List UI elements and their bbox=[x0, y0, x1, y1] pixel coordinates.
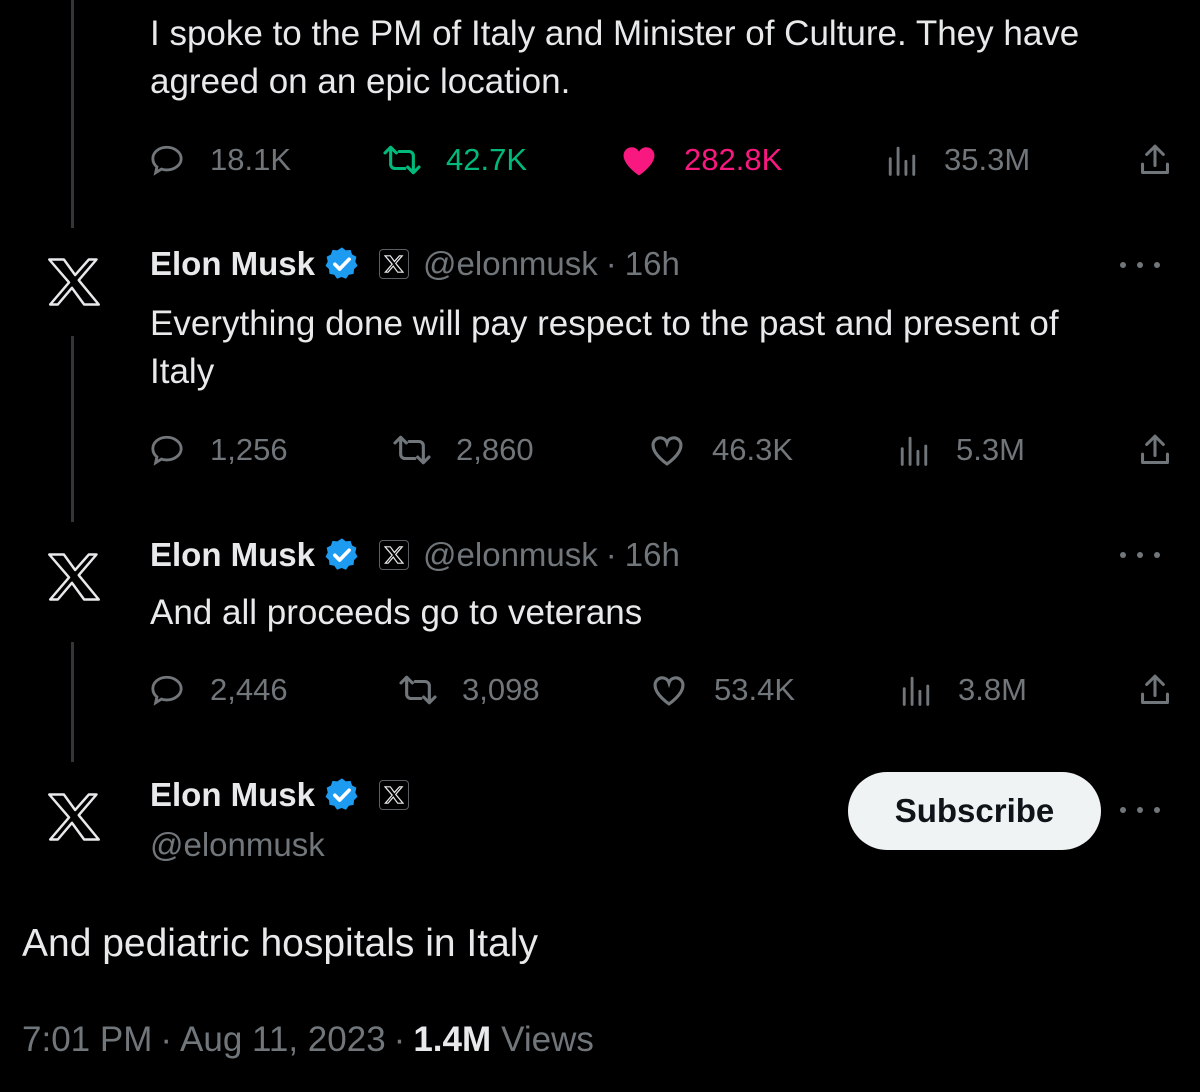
retweet-count: 42.7K bbox=[446, 142, 528, 177]
tweet-actions: 1,256 2,860 46.3K 5.3M bbox=[150, 428, 1175, 472]
author-handle-row: @elonmusk bbox=[150, 822, 325, 868]
verified-badge-icon bbox=[325, 247, 358, 279]
heart-outline-icon bbox=[653, 676, 685, 706]
retweet-count: 3,098 bbox=[462, 672, 540, 707]
author-name[interactable]: Elon Musk bbox=[150, 245, 315, 283]
retweet-icon bbox=[383, 145, 421, 175]
thread-connector bbox=[71, 336, 74, 522]
reply-button[interactable]: 18.1K bbox=[150, 138, 291, 182]
affiliate-badge bbox=[379, 540, 410, 570]
like-count: 46.3K bbox=[712, 432, 794, 467]
retweet-button[interactable]: 2,860 bbox=[392, 428, 534, 472]
share-button[interactable] bbox=[1138, 138, 1172, 182]
views-count: 35.3M bbox=[944, 142, 1031, 177]
thread-connector bbox=[71, 0, 74, 228]
like-button[interactable]: 53.4K bbox=[650, 668, 795, 712]
tweet-time[interactable]: 16h bbox=[625, 536, 680, 574]
tweet-text-line: Italy bbox=[150, 352, 215, 391]
retweet-button[interactable]: 3,098 bbox=[398, 668, 540, 712]
more-options-icon[interactable] bbox=[1120, 255, 1160, 275]
reply-count: 2,446 bbox=[210, 672, 288, 707]
avatar[interactable] bbox=[42, 545, 106, 609]
author-handle[interactable]: @elonmusk bbox=[423, 536, 598, 574]
reply-icon bbox=[151, 675, 183, 706]
verified-badge-icon bbox=[325, 538, 358, 570]
views-count: 3.8M bbox=[958, 672, 1027, 707]
retweet-icon bbox=[399, 675, 437, 705]
affiliate-badge bbox=[379, 780, 410, 810]
views-button[interactable]: 3.8M bbox=[900, 668, 1027, 712]
share-button[interactable] bbox=[1138, 668, 1172, 712]
views-icon bbox=[888, 146, 916, 176]
share-button[interactable] bbox=[1138, 428, 1172, 472]
tweet-text-line: I spoke to the PM of Italy and Minister … bbox=[150, 14, 1080, 53]
reply-count: 1,256 bbox=[210, 432, 288, 467]
tweet-header: Elon Musk @elonmusk · 16h bbox=[150, 241, 680, 287]
avatar[interactable] bbox=[42, 250, 106, 314]
share-icon bbox=[1141, 434, 1169, 464]
tweet-text: And all proceeds go to veterans bbox=[150, 593, 643, 632]
avatar[interactable] bbox=[42, 785, 106, 849]
x-logo-icon bbox=[384, 786, 405, 804]
x-logo-icon bbox=[384, 546, 405, 564]
reply-icon bbox=[151, 435, 183, 466]
author-name[interactable]: Elon Musk bbox=[150, 776, 315, 814]
more-options-icon[interactable] bbox=[1120, 545, 1160, 565]
separator: · bbox=[605, 245, 617, 282]
views-count: 1.4M bbox=[413, 1020, 492, 1059]
tweet-actions: 2,446 3,098 53.4K 3.8M bbox=[150, 668, 1175, 712]
like-count: 282.8K bbox=[684, 142, 783, 177]
separator: · bbox=[160, 1020, 173, 1059]
x-logo-icon bbox=[48, 553, 100, 601]
subscribe-button[interactable]: Subscribe bbox=[848, 772, 1101, 850]
views-icon bbox=[900, 436, 928, 466]
heart-outline-icon bbox=[651, 436, 683, 466]
more-options-icon[interactable] bbox=[1120, 800, 1160, 820]
thread-connector bbox=[71, 642, 74, 762]
x-logo-icon bbox=[48, 793, 100, 841]
separator: · bbox=[393, 1020, 406, 1059]
thread-view: I spoke to the PM of Italy and Minister … bbox=[0, 0, 1200, 1092]
share-icon bbox=[1141, 674, 1169, 704]
tweet-meta: 7:01 PM · Aug 11, 2023 · 1.4M Views bbox=[22, 1020, 594, 1060]
reply-button[interactable]: 1,256 bbox=[150, 428, 288, 472]
like-button[interactable]: 46.3K bbox=[648, 428, 793, 472]
heart-icon bbox=[623, 147, 655, 176]
retweet-icon bbox=[393, 435, 431, 465]
author-handle[interactable]: @elonmusk bbox=[150, 826, 325, 864]
views-count: 5.3M bbox=[956, 432, 1025, 467]
reply-icon bbox=[151, 145, 183, 176]
author-name[interactable]: Elon Musk bbox=[150, 536, 315, 574]
tweet-time[interactable]: 7:01 PM bbox=[22, 1020, 152, 1060]
views-label: Views bbox=[501, 1020, 594, 1059]
retweet-button[interactable]: 42.7K bbox=[382, 138, 527, 182]
views-button[interactable]: 5.3M bbox=[898, 428, 1025, 472]
separator: · bbox=[605, 536, 617, 573]
x-logo-icon bbox=[384, 255, 405, 273]
tweet-header: Elon Musk @elonmusk · 16h bbox=[150, 532, 680, 578]
share-icon bbox=[1141, 144, 1169, 174]
x-logo-icon bbox=[48, 258, 100, 306]
like-button[interactable]: 282.8K bbox=[620, 138, 782, 182]
tweet-date[interactable]: Aug 11, 2023 bbox=[180, 1020, 386, 1060]
reply-count: 18.1K bbox=[210, 142, 292, 177]
tweet-header: Elon Musk bbox=[150, 772, 410, 818]
tweet-text-line: Everything done will pay respect to the … bbox=[150, 304, 1059, 343]
verified-badge-icon bbox=[325, 778, 358, 810]
author-handle[interactable]: @elonmusk bbox=[423, 245, 598, 283]
tweet-text: I spoke to the PM of Italy and Minister … bbox=[150, 10, 1170, 106]
views-icon bbox=[902, 676, 930, 706]
affiliate-badge bbox=[379, 249, 410, 279]
like-count: 53.4K bbox=[714, 672, 796, 707]
tweet-text-line: agreed on an epic location. bbox=[150, 62, 571, 101]
reply-button[interactable]: 2,446 bbox=[150, 668, 288, 712]
main-tweet-text: And pediatric hospitals in Italy bbox=[22, 922, 538, 965]
tweet-text: Everything done will pay respect to the … bbox=[150, 300, 1170, 396]
views-button[interactable]: 35.3M bbox=[886, 138, 1030, 182]
tweet-time[interactable]: 16h bbox=[625, 245, 680, 283]
tweet-actions: 18.1K 42.7K 282.8K 35.3M bbox=[150, 138, 1175, 182]
retweet-count: 2,860 bbox=[456, 432, 534, 467]
